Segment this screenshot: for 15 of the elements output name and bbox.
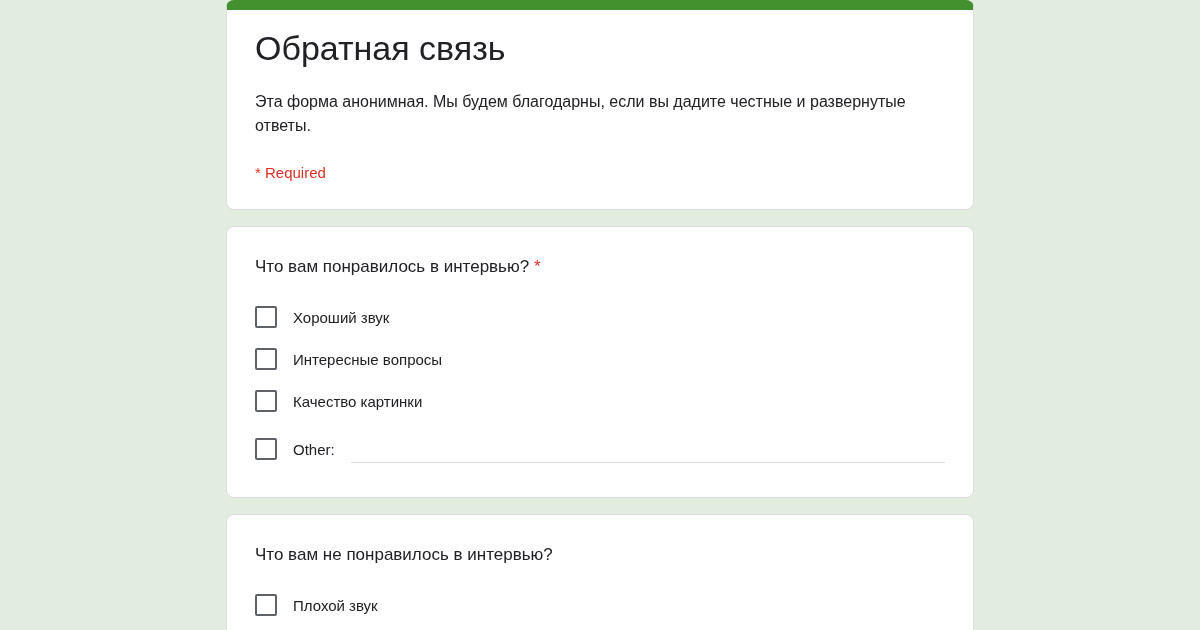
option-label: Хороший звук bbox=[293, 308, 390, 326]
form-description: Эта форма анонимная. Мы будем благодарны, если вы дадите честные и развернутые ответы. bbox=[255, 92, 907, 136]
checkbox[interactable] bbox=[255, 306, 277, 328]
option-label: Качество картинки bbox=[293, 392, 423, 410]
checkbox[interactable] bbox=[255, 348, 277, 370]
form-title: Обратная связь bbox=[255, 28, 507, 69]
required-note: * Required bbox=[255, 164, 327, 181]
checkbox[interactable] bbox=[255, 438, 277, 460]
option-label: Плохой звук bbox=[293, 596, 378, 614]
checkbox[interactable] bbox=[255, 594, 277, 616]
question-title: Что вам понравилось в интервью? * bbox=[255, 256, 542, 278]
checkbox[interactable] bbox=[255, 390, 277, 412]
question-title: Что вам не понравилось в интервью? bbox=[255, 544, 554, 566]
option-label: Other: bbox=[293, 440, 335, 458]
option-label: Интересные вопросы bbox=[293, 350, 443, 368]
